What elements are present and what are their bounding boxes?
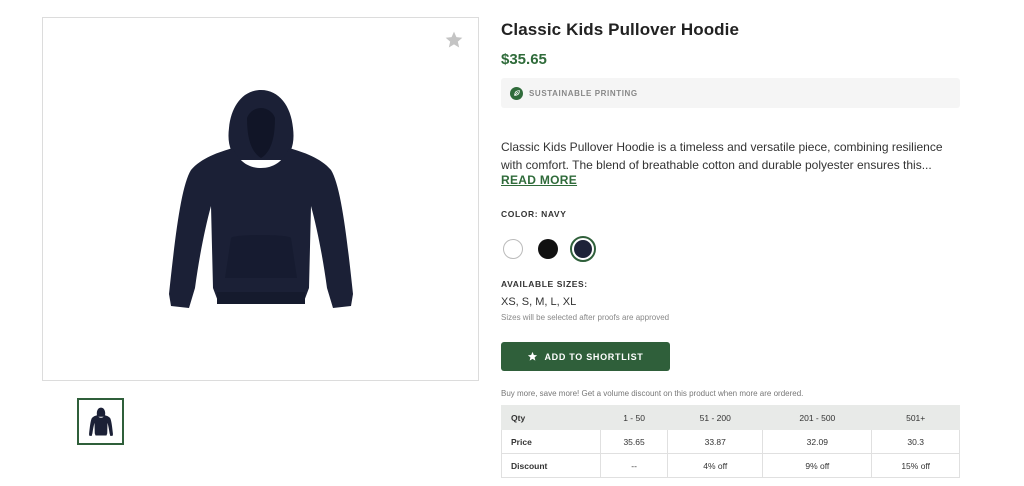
thumbnail-hoodie[interactable] [77, 398, 124, 445]
sizes-value: XS, S, M, L, XL [501, 296, 577, 308]
table-row: Discount -- 4% off 9% off 15% off [501, 453, 960, 478]
read-more-link[interactable]: READ MORE [501, 173, 577, 187]
table-cell: Price [501, 429, 601, 454]
table-cell: 30.3 [871, 429, 960, 454]
product-description: Classic Kids Pullover Hoodie is a timele… [501, 138, 961, 174]
product-price: $35.65 [501, 51, 547, 68]
sizes-note: Sizes will be selected after proofs are … [501, 313, 670, 322]
table-cell: 4% off [667, 453, 764, 478]
star-icon [528, 351, 538, 361]
leaf-icon [510, 86, 523, 100]
color-label: COLOR: NAVY [501, 209, 567, 219]
star-icon[interactable] [444, 30, 464, 50]
color-swatch-navy[interactable] [570, 236, 596, 262]
table-header-cell: 51 - 200 [667, 405, 764, 430]
description-line-1: Classic Kids Pullover Hoodie is a timele… [501, 140, 943, 154]
sizes-label: AVAILABLE SIZES: [501, 279, 588, 289]
table-row: Price 35.65 33.87 32.09 30.3 [501, 429, 960, 454]
badge-label: SUSTAINABLE PRINTING [529, 88, 638, 98]
table-header-row: Qty 1 - 50 51 - 200 201 - 500 501+ [501, 405, 960, 430]
sustainable-printing-badge: SUSTAINABLE PRINTING [501, 78, 960, 108]
hoodie-thumbnail-image [88, 407, 113, 436]
color-swatch-navy-fill [574, 240, 592, 258]
table-cell: 32.09 [762, 429, 873, 454]
description-line-2: with comfort. The blend of breathable co… [501, 158, 932, 172]
table-cell: Discount [501, 453, 601, 478]
table-cell: 9% off [762, 453, 873, 478]
color-swatch-black[interactable] [538, 239, 558, 259]
volume-discount-table: Qty 1 - 50 51 - 200 201 - 500 501+ Price… [501, 405, 960, 478]
table-header-cell: 501+ [871, 405, 960, 430]
product-title: Classic Kids Pullover Hoodie [501, 20, 740, 39]
table-cell: 35.65 [599, 429, 669, 454]
add-to-shortlist-button[interactable]: ADD TO SHORTLIST [501, 342, 670, 371]
table-header-cell: Qty [501, 405, 601, 430]
table-header-cell: 201 - 500 [762, 405, 873, 430]
add-to-shortlist-label: ADD TO SHORTLIST [544, 351, 644, 362]
volume-discount-note: Buy more, save more! Get a volume discou… [501, 389, 804, 398]
table-header-cell: 1 - 50 [599, 405, 669, 430]
hoodie-image [169, 90, 353, 308]
table-cell: -- [599, 453, 669, 478]
product-image-gallery [42, 17, 479, 381]
table-cell: 15% off [871, 453, 960, 478]
color-swatch-white[interactable] [503, 239, 523, 259]
table-cell: 33.87 [667, 429, 764, 454]
